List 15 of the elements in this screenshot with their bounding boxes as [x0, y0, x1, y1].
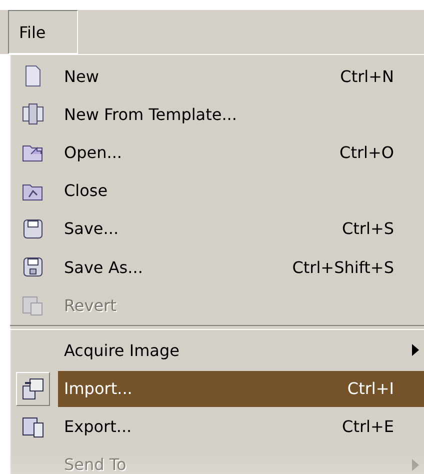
menu-item[interactable]: Save As... Ctrl+Shift+S: [58, 249, 424, 286]
import-icon: [21, 376, 45, 401]
submenu-arrow-icon: [412, 458, 419, 471]
menu-item[interactable]: Open... Ctrl+O: [58, 134, 424, 170]
menu-item[interactable]: New Ctrl+N: [58, 58, 424, 94]
menu-item[interactable]: Import... Ctrl+I: [58, 370, 424, 407]
template-icon: [21, 102, 45, 126]
menu-item[interactable]: Save... Ctrl+S: [58, 210, 424, 247]
menu-item[interactable]: Acquire Image: [58, 332, 424, 368]
menu-item[interactable]: New From Template...: [58, 96, 424, 132]
menu-item[interactable]: Close: [58, 172, 424, 209]
menu-item[interactable]: Export... Ctrl+E: [58, 408, 424, 445]
export-icon: [21, 414, 45, 439]
menu-bar-item[interactable]: File: [8, 10, 78, 54]
submenu-arrow-icon: [412, 344, 419, 356]
